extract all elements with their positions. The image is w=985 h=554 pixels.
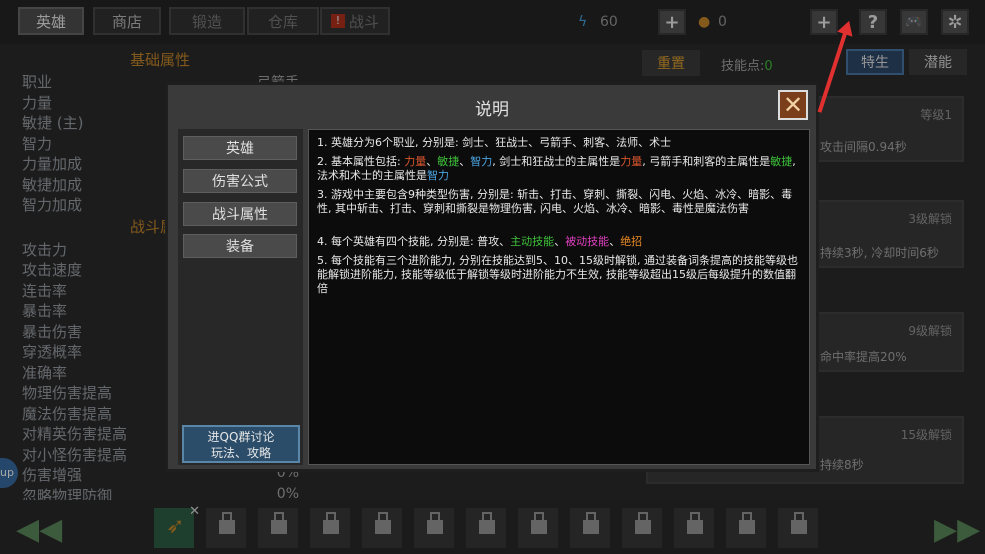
active-skill-text: 主动技能 [510, 235, 555, 248]
agility-text: 敏捷 [437, 155, 460, 168]
text: 、 [426, 155, 438, 168]
help-paragraph-4: 4. 每个英雄有四个技能, 分别是: 普攻、主动技能、被动技能、绝招 [317, 235, 803, 249]
strength-text: 力量 [404, 155, 427, 168]
passive-skill-text: 被动技能 [565, 235, 610, 248]
help-tab-combat-attributes[interactable]: 战斗属性 [183, 202, 297, 226]
text: , 弓箭手和刺客的主属性是 [642, 155, 771, 168]
help-paragraph-2: 2. 基本属性包括: 力量、敏捷、智力, 剑士和狂战士的主属性是力量, 弓箭手和… [317, 155, 803, 183]
agility-text: 敏捷 [770, 155, 793, 168]
text: 4. 每个英雄有四个技能, 分别是: 普攻、 [317, 235, 511, 248]
help-content: 1. 英雄分为6个职业, 分别是: 剑士、狂战士、弓箭手、刺客、法师、术士 2.… [308, 129, 810, 465]
help-paragraph-3: 3. 游戏中主要包含9种类型伤害, 分别是: 斩击、打击、穿刺、撕裂、闪电、火焰… [317, 188, 793, 215]
qq-line2: 玩法、攻略 [210, 446, 271, 460]
strength-text: 力量 [620, 155, 643, 168]
intelligence-text: 智力 [470, 155, 493, 168]
text: , 剑士和狂战士的主属性是 [492, 155, 621, 168]
help-paragraph-5: 5. 每个技能有三个进阶能力, 分别在技能达到5、10、15级时解锁, 通过装备… [317, 254, 798, 295]
ultimate-text: 绝招 [620, 235, 643, 248]
help-dialog: 说明 ✕ 英雄 伤害公式 战斗属性 装备 进QQ群讨论 玩法、攻略 1. 英雄分… [165, 82, 819, 472]
help-tab-damage-formula[interactable]: 伤害公式 [183, 169, 297, 193]
text: 2. 基本属性包括: [317, 155, 405, 168]
help-sidebar: 英雄 伤害公式 战斗属性 装备 进QQ群讨论 玩法、攻略 [178, 129, 303, 465]
help-paragraph-1: 1. 英雄分为6个职业, 分别是: 剑士、狂战士、弓箭手、刺客、法师、术士 [317, 136, 672, 149]
qq-group-button[interactable]: 进QQ群讨论 玩法、攻略 [182, 425, 300, 463]
dialog-title: 说明 [475, 100, 509, 120]
text: 、 [609, 235, 621, 248]
close-icon: ✕ [782, 91, 804, 119]
close-button[interactable]: ✕ [778, 90, 808, 120]
intelligence-text: 智力 [427, 169, 449, 182]
help-tab-hero[interactable]: 英雄 [183, 136, 297, 160]
text: 、 [459, 155, 471, 168]
help-tab-equipment[interactable]: 装备 [183, 234, 297, 258]
qq-line1: 进QQ群讨论 [207, 430, 275, 444]
text: 、 [554, 235, 566, 248]
